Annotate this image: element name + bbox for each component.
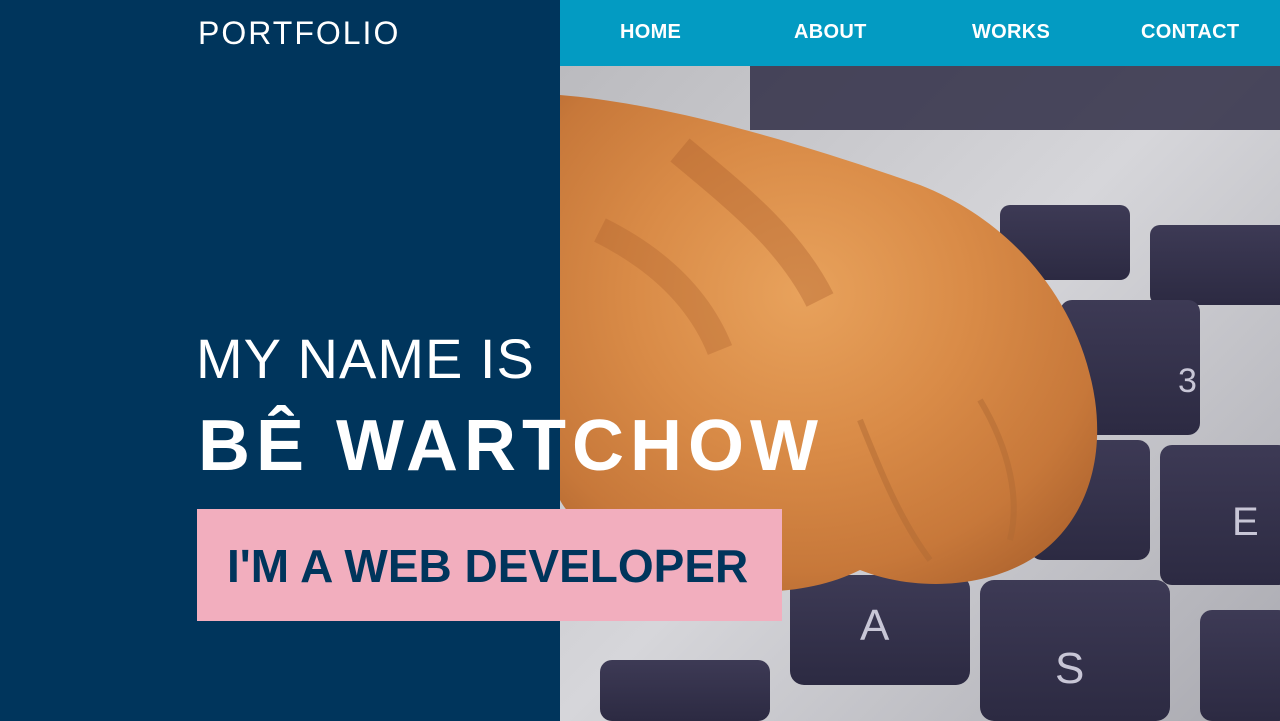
role-banner-text: I'M A WEB DEVELOPER [227, 540, 749, 592]
hero-name-heading: BÊ WARTCHOW [198, 406, 824, 486]
svg-text:A: A [860, 601, 890, 650]
hero-intro-text: MY NAME IS [196, 327, 535, 390]
svg-text:E: E [1232, 500, 1259, 544]
svg-text:S: S [1055, 644, 1084, 693]
top-navigation-bar: HOME ABOUT WORKS CONTACT [560, 0, 1280, 66]
role-banner: I'M A WEB DEVELOPER [197, 509, 782, 621]
svg-text:3: 3 [1178, 362, 1197, 400]
nav-link-about[interactable]: ABOUT [794, 21, 867, 44]
nav-link-works[interactable]: WORKS [972, 21, 1050, 44]
site-logo-text[interactable]: PORTFOLIO [198, 15, 400, 52]
nav-link-contact[interactable]: CONTACT [1141, 21, 1239, 44]
nav-link-home[interactable]: HOME [620, 21, 681, 44]
